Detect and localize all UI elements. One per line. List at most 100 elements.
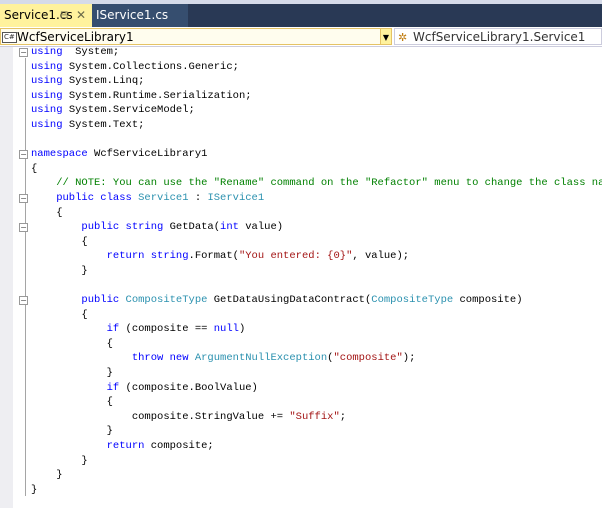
code-line[interactable]: {	[31, 235, 602, 250]
code-line[interactable]: }	[31, 264, 602, 279]
code-line[interactable]: return composite;	[31, 439, 602, 454]
code-line[interactable]: {	[31, 162, 602, 177]
class-icon: ✲	[398, 31, 408, 44]
code-line[interactable]: − namespace WcfServiceLibrary1	[19, 147, 602, 162]
code-line[interactable]: {	[31, 206, 602, 221]
keyword-token: using	[31, 104, 63, 117]
editor-gutter	[0, 47, 13, 508]
code-token: , value);	[352, 250, 410, 263]
code-token: System.Collections.Generic;	[62, 60, 239, 73]
code-line[interactable]: using System.Collections.Generic;	[31, 60, 602, 75]
code-line[interactable]: − public class Service1 : IService1	[19, 191, 602, 206]
keyword-token: return	[31, 440, 145, 453]
keyword-token: public string	[31, 221, 164, 234]
code-token: GetDataUsingDataContract(	[207, 294, 372, 307]
code-line[interactable]: {	[31, 395, 602, 410]
csharp-project-icon: C#	[2, 32, 17, 43]
code-token: System.Text;	[62, 118, 145, 131]
collapse-icon[interactable]: −	[19, 193, 28, 203]
code-token: }	[31, 469, 63, 482]
code-line[interactable]: using System.ServiceModel;	[31, 103, 602, 118]
project-name: WcfServiceLibrary1	[17, 30, 134, 44]
code-line[interactable]: throw new ArgumentNullException("composi…	[31, 351, 602, 366]
type-token: CompositeType	[119, 294, 208, 307]
keyword-token: if	[31, 323, 120, 336]
keyword-token: using	[31, 89, 63, 102]
code-line[interactable]: {	[31, 337, 602, 352]
navigation-bar: C# WcfServiceLibrary1 ▼ ✲ WcfServiceLibr…	[0, 27, 602, 47]
code-line[interactable]: }	[31, 468, 602, 483]
code-line[interactable]: }	[31, 483, 602, 498]
tab-iservice1-cs[interactable]: IService1.cs	[92, 4, 188, 27]
code-token: }	[31, 367, 113, 380]
code-token: GetData(	[163, 221, 221, 234]
close-icon[interactable]: ✕	[76, 4, 86, 27]
code-token: {	[31, 162, 38, 175]
code-line[interactable]: }	[31, 454, 602, 469]
tab-service1-cs[interactable]: Service1.cs ⊟ ✕	[0, 4, 92, 27]
code-editor[interactable]: − using System; using System.Collections.G…	[19, 45, 602, 498]
code-line[interactable]: {	[31, 308, 602, 323]
keyword-token: namespace	[31, 148, 88, 161]
outline-line	[25, 58, 26, 496]
code-line[interactable]: − public string GetData(int value)	[19, 220, 602, 235]
code-line[interactable]: if (composite == null)	[31, 322, 602, 337]
code-token: ;	[339, 410, 347, 423]
code-line[interactable]: using System.Linq;	[31, 74, 602, 89]
collapse-icon[interactable]: −	[19, 48, 28, 57]
code-token: System.Runtime.Serialization;	[62, 89, 252, 102]
code-line[interactable]: composite.StringValue += "Suffix";	[31, 410, 602, 425]
comment-token: // NOTE: You can use the "Rename" comman…	[31, 177, 602, 190]
code-line[interactable]	[31, 279, 602, 294]
code-token: System.Linq;	[62, 75, 145, 88]
code-token: }	[31, 454, 88, 467]
type-token: Service1	[131, 191, 189, 204]
keyword-token: return string	[31, 250, 189, 263]
code-line[interactable]: using System.Runtime.Serialization;	[31, 89, 602, 104]
keyword-token: if	[31, 381, 120, 394]
code-token: {	[31, 308, 88, 321]
code-line[interactable]: }	[31, 366, 602, 381]
code-token: }	[31, 483, 38, 496]
keyword-token: public	[31, 294, 120, 307]
code-line[interactable]: − public CompositeType GetDataUsingDataC…	[19, 293, 602, 308]
code-token: .Format(	[188, 250, 239, 263]
keyword-token: int	[220, 221, 239, 234]
type-token: IService1	[207, 191, 265, 204]
tab-label: IService1.cs	[96, 8, 169, 22]
code-line[interactable]: − using System;	[19, 45, 602, 60]
collapse-icon[interactable]: −	[19, 223, 28, 233]
keyword-token: throw new	[31, 352, 189, 365]
project-dropdown[interactable]: C# WcfServiceLibrary1	[0, 28, 380, 45]
string-token: "composite"	[333, 352, 403, 365]
code-line[interactable]: if (composite.BoolValue)	[31, 381, 602, 396]
document-tab-bar: Service1.cs ⊟ ✕ IService1.cs	[0, 0, 602, 27]
code-token: )	[238, 323, 246, 336]
string-token: "You entered: {0}"	[238, 250, 353, 263]
code-token: (composite ==	[119, 323, 214, 336]
type-dropdown[interactable]: ✲ WcfServiceLibrary1.Service1	[394, 28, 602, 45]
code-token: }	[31, 425, 113, 438]
code-line[interactable]: }	[31, 424, 602, 439]
code-line[interactable]: return string.Format("You entered: {0}",…	[31, 249, 602, 264]
code-token: :	[188, 191, 208, 204]
code-line[interactable]: // NOTE: You can use the "Rename" comman…	[31, 176, 602, 191]
code-token: composite;	[144, 440, 214, 453]
code-token: }	[31, 264, 88, 277]
code-token: {	[31, 337, 113, 350]
pin-icon[interactable]: ⊟	[60, 4, 68, 27]
keyword-token: public class	[31, 191, 132, 204]
chevron-down-icon[interactable]: ▼	[380, 28, 392, 45]
code-line[interactable]: using System.Text;	[31, 118, 602, 133]
keyword-token: using	[31, 46, 63, 58]
collapse-icon[interactable]: −	[19, 296, 28, 306]
type-token: ArgumentNullException	[188, 352, 328, 365]
collapse-icon[interactable]: −	[19, 150, 28, 160]
code-token: {	[31, 396, 113, 409]
code-token: value)	[238, 221, 284, 234]
code-token: (composite.BoolValue)	[119, 381, 258, 394]
code-token: WcfServiceLibrary1	[87, 148, 208, 161]
code-token: {	[31, 235, 88, 248]
code-token: {	[31, 206, 63, 219]
code-line[interactable]	[31, 133, 602, 148]
